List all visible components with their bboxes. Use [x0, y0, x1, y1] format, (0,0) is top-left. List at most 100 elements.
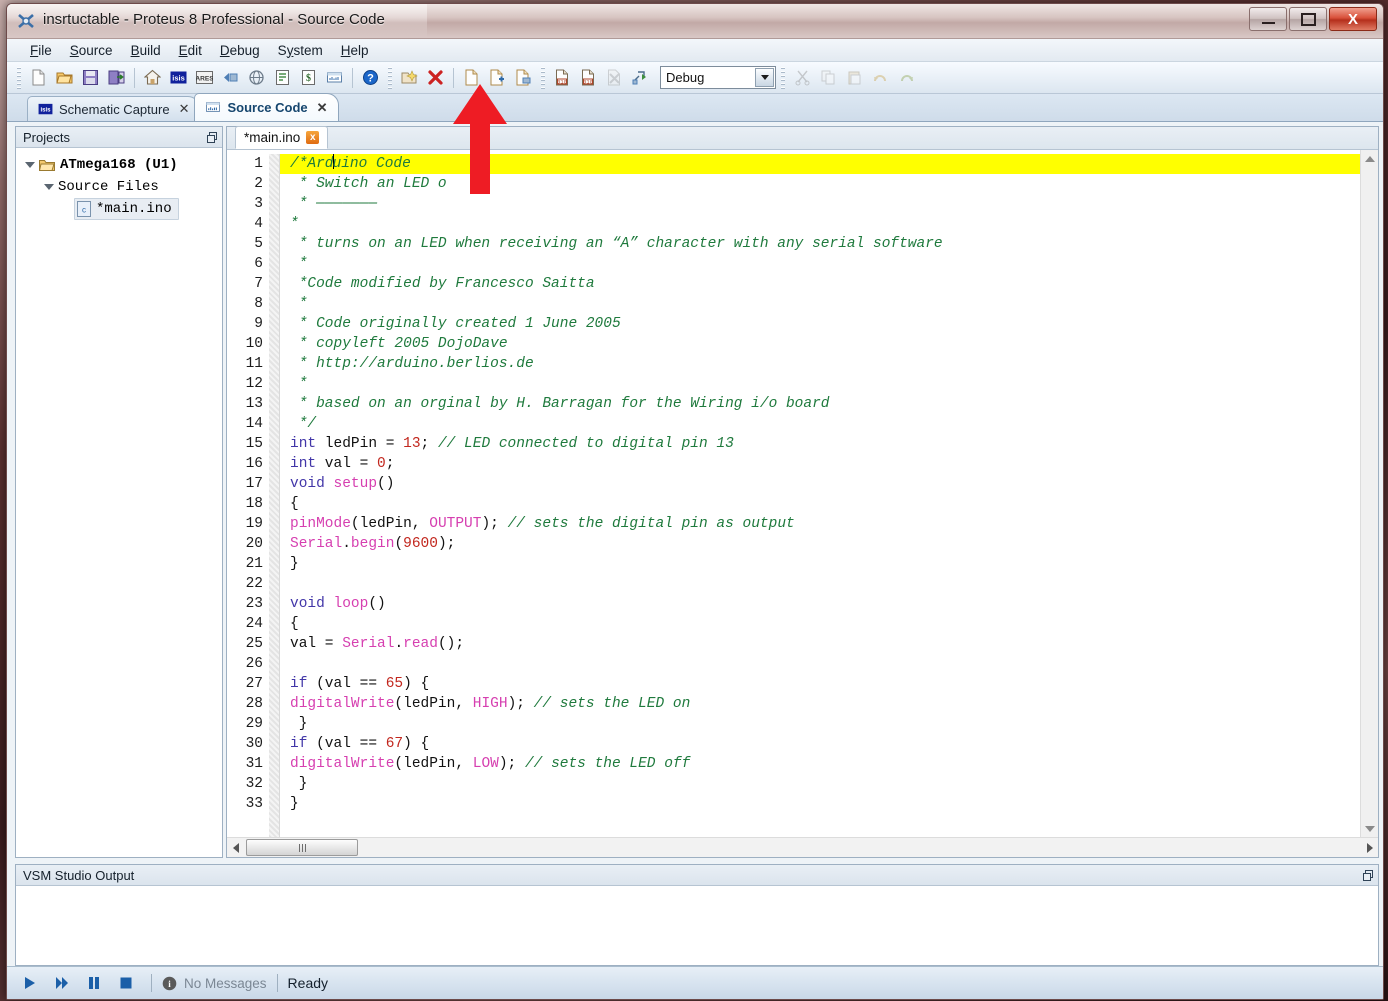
isis-icon[interactable]: isis — [166, 65, 191, 90]
open-project-icon[interactable] — [397, 65, 422, 90]
copy-icon[interactable] — [816, 65, 841, 90]
output-panel-content[interactable] — [16, 886, 1378, 965]
code-line[interactable] — [280, 654, 1360, 674]
tab-schematic-capture-close[interactable]: ✕ — [179, 101, 190, 117]
menu-edit[interactable]: Edit — [170, 41, 211, 60]
code-line[interactable]: if (val == 65) { — [280, 674, 1360, 694]
expander-triangle-icon-2[interactable] — [44, 184, 54, 190]
step-button[interactable] — [47, 970, 77, 996]
horizontal-scroll-track[interactable] — [358, 838, 1361, 857]
code-line[interactable]: val = Serial.read(); — [280, 634, 1360, 654]
help-icon[interactable]: ? — [358, 65, 383, 90]
menu-source[interactable]: Source — [61, 41, 122, 60]
horizontal-scrollbar[interactable] — [227, 837, 1378, 857]
bill-of-materials-icon[interactable] — [270, 65, 295, 90]
print-source-icon[interactable] — [511, 65, 536, 90]
toolbar-grip[interactable] — [17, 66, 21, 89]
menu-build[interactable]: Build — [122, 41, 170, 60]
code-line[interactable]: */ — [280, 414, 1360, 434]
3d-view-icon[interactable] — [244, 65, 269, 90]
code-line[interactable]: int val = 0; — [280, 454, 1360, 474]
maximize-button[interactable] — [1289, 7, 1327, 31]
code-line[interactable]: * — [280, 254, 1360, 274]
code-line[interactable]: } — [280, 794, 1360, 814]
code-line[interactable]: digitalWrite(ledPin, HIGH); // sets the … — [280, 694, 1360, 714]
code-line[interactable]: * based on an orginal by H. Barragan for… — [280, 394, 1360, 414]
expander-triangle-icon[interactable] — [25, 162, 35, 168]
toolbar-grip-3[interactable] — [541, 66, 545, 89]
code-line[interactable]: if (val == 67) { — [280, 734, 1360, 754]
code-line[interactable]: { — [280, 494, 1360, 514]
scroll-left-button[interactable] — [227, 839, 244, 856]
undock-icon-2[interactable] — [1363, 869, 1374, 881]
code-line[interactable]: void setup() — [280, 474, 1360, 494]
menu-debug[interactable]: Debug — [211, 41, 269, 60]
new-file-icon[interactable] — [26, 65, 51, 90]
project-settings-icon[interactable] — [628, 65, 653, 90]
code-line[interactable]: * Code originally created 1 June 2005 — [280, 314, 1360, 334]
design-explorer-icon[interactable]: $ — [296, 65, 321, 90]
code-line[interactable]: } — [280, 774, 1360, 794]
pause-button[interactable] — [79, 970, 109, 996]
menu-system[interactable]: System — [269, 41, 332, 60]
code-line[interactable]: pinMode(ledPin, OUTPUT); // sets the dig… — [280, 514, 1360, 534]
build-project-icon[interactable]: 010 — [550, 65, 575, 90]
messages-status[interactable]: No Messages — [184, 976, 267, 991]
scroll-down-button[interactable] — [1361, 820, 1378, 837]
toolbar-grip-2[interactable] — [388, 66, 392, 89]
save-exit-icon[interactable] — [104, 65, 129, 90]
home-icon[interactable] — [140, 65, 165, 90]
scroll-up-button[interactable] — [1361, 150, 1378, 167]
code-line[interactable]: void loop() — [280, 594, 1360, 614]
code-line[interactable]: Serial.begin(9600); — [280, 534, 1360, 554]
close-button[interactable]: X — [1329, 7, 1377, 31]
minimize-button[interactable] — [1249, 7, 1287, 31]
tab-source-code[interactable]: Source Code ✕ — [194, 93, 339, 121]
back-design-icon[interactable] — [218, 65, 243, 90]
redo-icon[interactable] — [894, 65, 919, 90]
undo-icon[interactable] — [868, 65, 893, 90]
code-line[interactable]: * copyleft 2005 DojoDave — [280, 334, 1360, 354]
tab-source-code-close[interactable]: ✕ — [317, 100, 328, 116]
vertical-scrollbar[interactable] — [1360, 150, 1378, 837]
rebuild-project-icon[interactable]: 010 — [576, 65, 601, 90]
code-line[interactable]: * turns on an LED when receiving an “A” … — [280, 234, 1360, 254]
tree-node-main-ino[interactable]: c *main.ino — [16, 198, 222, 220]
file-tab-main-ino[interactable]: *main.ino x — [235, 126, 329, 149]
code-line[interactable]: { — [280, 614, 1360, 634]
new-source-icon[interactable] — [459, 65, 484, 90]
ares-icon[interactable]: ARES — [192, 65, 217, 90]
code-line[interactable] — [280, 574, 1360, 594]
undock-icon[interactable] — [207, 131, 218, 143]
toolbar-grip-4[interactable] — [781, 66, 785, 89]
tree-node-source-files[interactable]: Source Files — [16, 176, 222, 198]
vsm-studio-icon[interactable] — [322, 65, 347, 90]
code-line[interactable]: * Switch an LED o — [280, 174, 1360, 194]
code-line[interactable]: * — [280, 214, 1360, 234]
chevron-down-icon[interactable] — [755, 68, 774, 87]
code-line[interactable]: digitalWrite(ledPin, LOW); // sets the L… — [280, 754, 1360, 774]
code-line[interactable]: } — [280, 714, 1360, 734]
horizontal-scroll-thumb[interactable] — [246, 839, 358, 856]
code-line[interactable]: * http://arduino.berlios.de — [280, 354, 1360, 374]
save-icon[interactable] — [78, 65, 103, 90]
close-project-icon[interactable] — [423, 65, 448, 90]
file-tab-close-icon[interactable]: x — [306, 131, 320, 144]
run-button[interactable] — [15, 970, 45, 996]
add-file-icon[interactable] — [485, 65, 510, 90]
tab-schematic-capture[interactable]: isis Schematic Capture ✕ — [27, 96, 201, 121]
clean-project-icon[interactable] — [602, 65, 627, 90]
code-text[interactable]: /*Arduino Code * Switch an LED o * —————… — [280, 150, 1360, 837]
menu-file[interactable]: File — [21, 41, 61, 60]
cut-icon[interactable] — [790, 65, 815, 90]
code-line[interactable]: *Code modified by Francesco Saitta — [280, 274, 1360, 294]
code-line[interactable]: * — [280, 294, 1360, 314]
code-line[interactable]: int ledPin = 13; // LED connected to dig… — [280, 434, 1360, 454]
menu-help[interactable]: Help — [332, 41, 378, 60]
code-line[interactable]: * — [280, 374, 1360, 394]
paste-icon[interactable] — [842, 65, 867, 90]
open-folder-icon[interactable] — [52, 65, 77, 90]
code-line[interactable]: /*Arduino Code — [280, 154, 1360, 174]
stop-button[interactable] — [111, 970, 141, 996]
code-line[interactable]: * ——————— — [280, 194, 1360, 214]
